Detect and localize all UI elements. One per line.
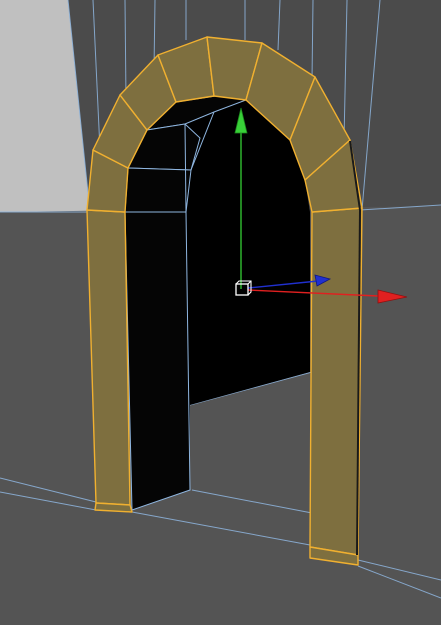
- 3d-viewport[interactable]: [0, 0, 441, 625]
- arch-left-pillar-base: [94, 502, 133, 513]
- arch-right-pillar[interactable]: [309, 207, 363, 556]
